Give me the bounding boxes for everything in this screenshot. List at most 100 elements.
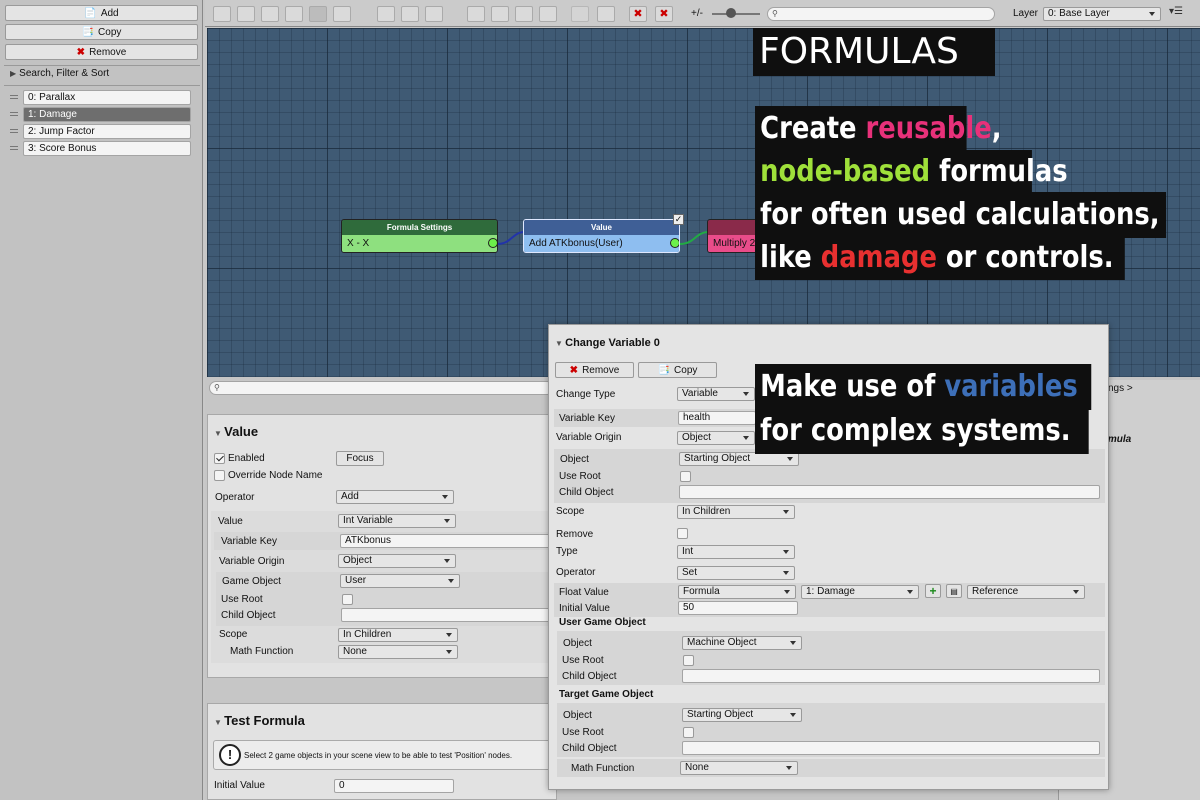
edit-formula-icon[interactable]: ▤: [946, 584, 962, 598]
child-object-field[interactable]: [679, 485, 1100, 499]
focus-button[interactable]: Focus: [336, 451, 384, 466]
node-formula-settings[interactable]: Formula Settings X - X: [341, 219, 498, 253]
variable-origin-dropdown[interactable]: Object: [677, 431, 755, 445]
tgo-object-dropdown[interactable]: Starting Object: [682, 708, 802, 722]
promo-title: FORMULAS: [753, 28, 995, 76]
test-formula-foldout[interactable]: ▼ Test Formula: [214, 713, 305, 728]
node-output-port[interactable]: [488, 238, 497, 248]
paste-disabled-icon[interactable]: [571, 6, 589, 22]
object-dropdown[interactable]: Starting Object: [679, 452, 799, 466]
change-variable-foldout[interactable]: ▼ Change Variable 0: [555, 337, 660, 349]
formula-item-label: 2: Jump Factor: [23, 124, 191, 139]
group-icon[interactable]: [597, 6, 615, 22]
remove-formula-button[interactable]: ✖ Remove: [5, 44, 198, 60]
drag-handle-icon[interactable]: [10, 112, 18, 116]
promo-line-6: for complex systems.: [755, 408, 1089, 454]
promo-line-1: Create reusable,: [755, 106, 1002, 152]
formula-item-label: 0: Parallax: [23, 90, 191, 105]
connection-value-multiply: [679, 231, 710, 245]
ugo-object-dropdown[interactable]: Machine Object: [682, 636, 802, 650]
search-filter-foldout[interactable]: ▶ Search, Filter & Sort: [4, 65, 200, 81]
math-function-dropdown[interactable]: None: [338, 645, 458, 659]
remove-change-button[interactable]: ✖ Remove: [555, 362, 634, 378]
graph-search-input[interactable]: ⚲: [767, 7, 995, 21]
tgo-child-object-field[interactable]: [682, 741, 1100, 755]
formula-select-dropdown[interactable]: 1: Damage: [801, 585, 919, 599]
minimize-icon[interactable]: [333, 6, 351, 22]
color-icon[interactable]: [285, 6, 303, 22]
delete-icon[interactable]: ✖: [629, 6, 647, 22]
add-formula-button[interactable]: 📄 Add: [5, 5, 198, 21]
cursor-icon[interactable]: [425, 6, 443, 22]
change-type-dropdown[interactable]: Variable: [677, 387, 755, 401]
paste-icon[interactable]: [539, 6, 557, 22]
remove-icon: ✖: [569, 364, 579, 376]
tree-icon[interactable]: [401, 6, 419, 22]
settings-tab[interactable]: ngs >: [1108, 383, 1133, 394]
scope-dropdown[interactable]: In Children: [677, 505, 795, 519]
clipboard-icon[interactable]: [515, 6, 533, 22]
add-node-icon[interactable]: [467, 6, 485, 22]
ugo-use-root-checkbox[interactable]: [683, 655, 694, 666]
hierarchy-icon[interactable]: [377, 6, 395, 22]
variable-origin-dropdown[interactable]: Object: [338, 554, 456, 568]
initial-value-label: Initial Value: [214, 780, 265, 791]
enabled-checkbox[interactable]: [214, 453, 225, 464]
toolbar: ✖ ✖ +/- ⚲ Layer 0: Base Layer ▾☰: [205, 0, 1200, 27]
tgo-object-label: Object: [563, 710, 592, 721]
use-root-checkbox[interactable]: [342, 594, 353, 605]
node-enabled-checkbox[interactable]: ✓: [673, 214, 684, 225]
drag-handle-icon[interactable]: [10, 129, 18, 133]
add-formula-icon[interactable]: +: [925, 584, 941, 598]
drag-handle-icon[interactable]: [10, 95, 18, 99]
delete-all-icon[interactable]: ✖: [655, 6, 673, 22]
drag-handle-icon[interactable]: [10, 146, 18, 150]
variable-key-field[interactable]: ATKbonus: [340, 534, 557, 548]
remove-checkbox[interactable]: [677, 528, 688, 539]
ugo-child-object-field[interactable]: [682, 669, 1100, 683]
grid-view-icon[interactable]: [213, 6, 231, 22]
copy-change-button[interactable]: 📑 Copy: [638, 362, 717, 378]
value-foldout[interactable]: ▼ Value: [214, 424, 258, 439]
override-node-name-checkbox[interactable]: [214, 470, 225, 481]
node-value[interactable]: Value Add ATKbonus(User): [523, 219, 680, 253]
tgo-use-root-checkbox[interactable]: [683, 727, 694, 738]
math-function-row: [557, 759, 1105, 777]
copy-formula-button[interactable]: 📑 Copy: [5, 24, 198, 40]
zoom-slider[interactable]: [712, 13, 760, 15]
layer-dropdown[interactable]: 0: Base Layer: [1043, 7, 1161, 21]
child-object-label: Child Object: [221, 610, 276, 621]
operator-dropdown[interactable]: Set: [677, 566, 795, 580]
link-icon[interactable]: [261, 6, 279, 22]
use-root-checkbox[interactable]: [680, 471, 691, 482]
math-function-dropdown[interactable]: None: [680, 761, 798, 775]
value-type-dropdown[interactable]: Int Variable: [338, 514, 456, 528]
menu-icon[interactable]: ▾☰: [1169, 6, 1193, 22]
node-output-port[interactable]: [670, 238, 679, 248]
formula-list-item[interactable]: 1: Damage: [8, 107, 192, 122]
formula-list-item[interactable]: 2: Jump Factor: [8, 124, 192, 139]
copy-node-icon[interactable]: [491, 6, 509, 22]
remove-icon: ✖: [76, 46, 86, 58]
variable-key-label: Variable Key: [221, 536, 277, 547]
scope-label: Scope: [556, 506, 585, 517]
reference-dropdown[interactable]: Reference: [967, 585, 1085, 599]
initial-value-field[interactable]: 50: [678, 601, 798, 615]
object-label: Object: [560, 454, 589, 465]
zoom-slider-thumb[interactable]: [726, 8, 737, 18]
inspector-search-input[interactable]: ⚲: [209, 381, 554, 395]
initial-value-field[interactable]: 0: [334, 779, 454, 793]
formula-list-item[interactable]: 3: Score Bonus: [8, 141, 192, 156]
type-dropdown[interactable]: Int: [677, 545, 795, 559]
toggle-check-icon[interactable]: [309, 6, 327, 22]
game-object-dropdown[interactable]: User: [340, 574, 460, 588]
formula-list-item[interactable]: 0: Parallax: [8, 90, 192, 105]
variable-origin-label: Variable Origin: [556, 432, 622, 443]
float-value-type-dropdown[interactable]: Formula: [678, 585, 796, 599]
operator-dropdown[interactable]: Add: [336, 490, 454, 504]
variable-key-field[interactable]: health: [678, 411, 756, 425]
warning-icon: !: [219, 744, 241, 766]
child-object-field[interactable]: [341, 608, 557, 622]
scope-dropdown[interactable]: In Children: [338, 628, 458, 642]
snap-grid-icon[interactable]: [237, 6, 255, 22]
